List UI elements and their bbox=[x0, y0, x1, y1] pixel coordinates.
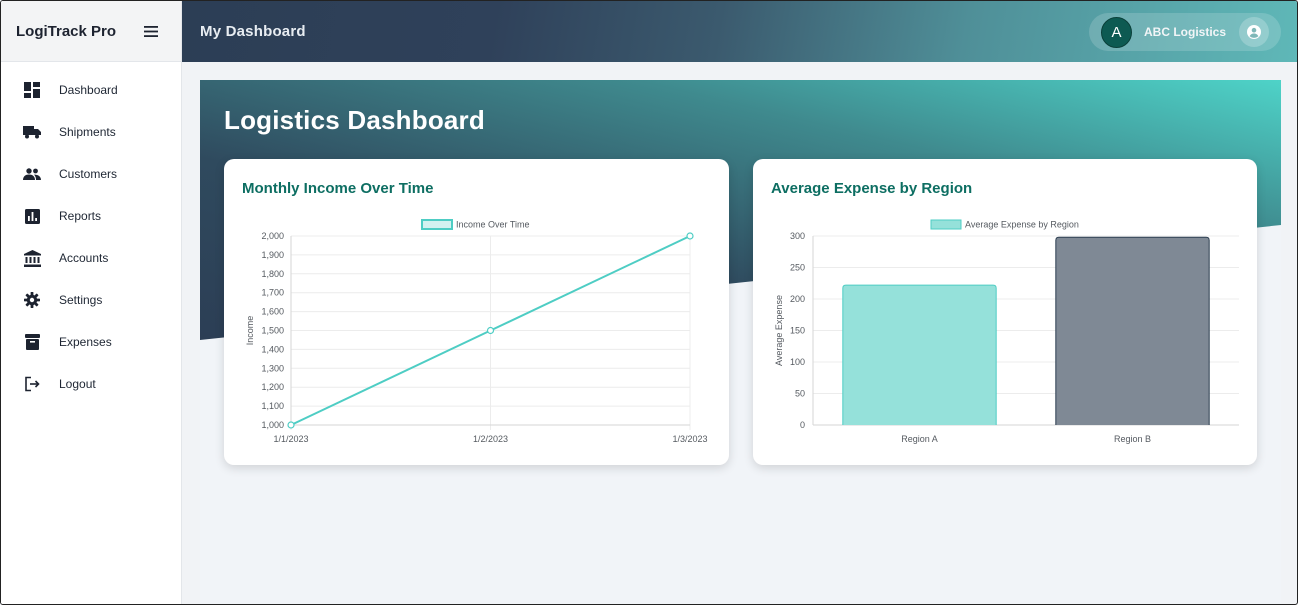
top-bar: My Dashboard A ABC Logistics bbox=[182, 1, 1297, 62]
sidebar-nav: Dashboard Shipments Customers Reports Ac… bbox=[1, 62, 181, 405]
legend-swatch bbox=[930, 219, 962, 230]
bank-icon bbox=[23, 249, 41, 267]
x-tick-label: 1/2/2023 bbox=[473, 434, 508, 444]
sidebar-item-settings[interactable]: Settings bbox=[1, 279, 181, 321]
y-tick-label: 0 bbox=[800, 420, 805, 430]
sidebar-item-logout[interactable]: Logout bbox=[1, 363, 181, 405]
y-tick-label: 150 bbox=[790, 326, 805, 336]
y-tick-label: 1,200 bbox=[261, 382, 284, 392]
truck-icon bbox=[23, 123, 41, 141]
y-axis-label: Average Expense bbox=[774, 295, 784, 366]
y-tick-label: 50 bbox=[795, 389, 805, 399]
sidebar-item-label: Expenses bbox=[59, 335, 112, 349]
income-data-point bbox=[287, 421, 295, 429]
page-title: Logistics Dashboard bbox=[224, 105, 485, 135]
sidebar-item-accounts[interactable]: Accounts bbox=[1, 237, 181, 279]
legend-label: Income Over Time bbox=[456, 220, 530, 230]
y-tick-label: 1,000 bbox=[261, 420, 284, 430]
legend-label: Average Expense by Region bbox=[965, 220, 1079, 230]
y-tick-label: 1,800 bbox=[261, 269, 284, 279]
account-circle-icon[interactable] bbox=[1239, 17, 1269, 47]
sidebar-item-label: Dashboard bbox=[59, 83, 118, 97]
y-tick-label: 250 bbox=[790, 263, 805, 273]
expense-bar-chart: Average Expense by Region 0 50 100 150 200 250… bbox=[774, 219, 1239, 444]
x-tick-label: Region A bbox=[901, 434, 938, 444]
user-menu[interactable]: A ABC Logistics bbox=[1089, 13, 1281, 51]
sidebar-item-shipments[interactable]: Shipments bbox=[1, 111, 181, 153]
page-header-title: My Dashboard bbox=[200, 23, 306, 40]
legend-swatch bbox=[421, 219, 453, 230]
sidebar-item-label: Logout bbox=[59, 377, 96, 391]
x-tick-label: 1/3/2023 bbox=[672, 434, 707, 444]
income-data-point bbox=[686, 232, 694, 240]
y-axis-label: Income bbox=[245, 316, 255, 346]
brand-bar: LogiTrack Pro bbox=[1, 1, 181, 62]
y-tick-label: 1,700 bbox=[261, 288, 284, 298]
app-title: LogiTrack Pro bbox=[16, 22, 117, 40]
sidebar-item-label: Customers bbox=[59, 167, 118, 181]
gear-icon bbox=[23, 291, 41, 309]
y-tick-label: 1,100 bbox=[261, 401, 284, 411]
app-window: LogiTrack Pro Dashboard Shipments Custom… bbox=[0, 0, 1298, 605]
sidebar-item-label: Settings bbox=[59, 293, 103, 307]
sidebar: LogiTrack Pro Dashboard Shipments Custom… bbox=[1, 1, 182, 604]
main-content: Logistics Dashboard Monthly Income Over … bbox=[200, 80, 1281, 604]
expense-bar bbox=[1055, 236, 1210, 425]
y-tick-label: 2,000 bbox=[261, 231, 284, 241]
dashboard-icon bbox=[23, 81, 41, 99]
y-tick-label: 1,500 bbox=[261, 326, 284, 336]
sidebar-item-label: Reports bbox=[59, 209, 102, 223]
income-chart-card: Monthly Income Over Time Income Over Tim… bbox=[224, 159, 729, 465]
company-name: ABC Logistics bbox=[1144, 25, 1227, 39]
y-tick-label: 1,400 bbox=[261, 344, 284, 354]
people-icon bbox=[23, 165, 41, 183]
logout-icon bbox=[23, 375, 41, 393]
income-line-chart: Income Over Time 1,000 1,100 1,200 1,300 1,40… bbox=[245, 219, 708, 444]
x-tick-label: Region B bbox=[1114, 434, 1151, 444]
sidebar-item-customers[interactable]: Customers bbox=[1, 153, 181, 195]
avatar[interactable]: A bbox=[1101, 16, 1132, 48]
sidebar-item-expenses[interactable]: Expenses bbox=[1, 321, 181, 363]
income-data-point bbox=[486, 326, 495, 335]
expense-bar bbox=[842, 284, 997, 425]
y-tick-label: 100 bbox=[790, 357, 805, 367]
hamburger-menu-icon[interactable] bbox=[141, 21, 161, 41]
x-tick-label: 1/1/2023 bbox=[273, 434, 308, 444]
expense-chart-card: Average Expense by Region Average Expens… bbox=[753, 159, 1257, 465]
y-tick-label: 300 bbox=[790, 231, 805, 241]
y-tick-label: 200 bbox=[790, 294, 805, 304]
sidebar-item-dashboard[interactable]: Dashboard bbox=[1, 69, 181, 111]
y-tick-label: 1,300 bbox=[261, 363, 284, 373]
archive-icon bbox=[23, 333, 41, 351]
y-tick-label: 1,600 bbox=[261, 307, 284, 317]
sidebar-item-label: Accounts bbox=[59, 251, 109, 265]
sidebar-item-reports[interactable]: Reports bbox=[1, 195, 181, 237]
chart-icon bbox=[23, 207, 41, 225]
y-tick-label: 1,900 bbox=[261, 250, 284, 260]
sidebar-item-label: Shipments bbox=[59, 125, 116, 139]
